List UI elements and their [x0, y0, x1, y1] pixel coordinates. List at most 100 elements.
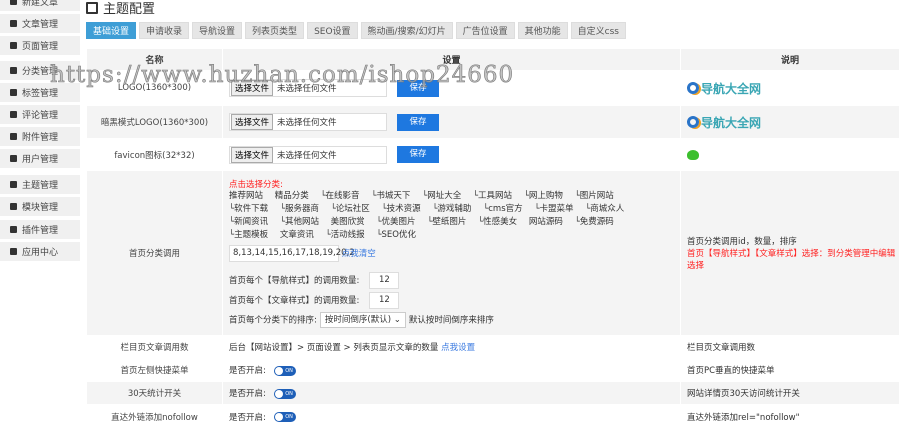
category-option[interactable]: 美图欣赏: [331, 217, 365, 227]
plugin-icon: [10, 226, 17, 233]
row-label: 暗黑模式LOGO(1360*300): [86, 105, 223, 139]
category-option[interactable]: └其他网站: [280, 217, 319, 227]
sidebar-item-tags[interactable]: 标签管理: [0, 83, 80, 102]
row-label: favicon图标(32*32): [86, 138, 223, 171]
dark-logo-preview: 导航大全网: [687, 114, 899, 131]
edit-icon: [10, 0, 17, 5]
favicon-file-input[interactable]: 选择文件 未选择任何文件: [229, 145, 387, 164]
document-icon: [10, 20, 17, 27]
save-button[interactable]: 保存: [397, 146, 439, 163]
header-desc: 说明: [680, 48, 900, 71]
sidebar-item-attachments[interactable]: 附件管理: [0, 127, 80, 146]
category-option[interactable]: └软件下载: [229, 204, 268, 214]
choose-file-button[interactable]: 选择文件: [231, 146, 274, 163]
tab-bar: 基础设置 申请收录 导航设置 列表页类型 SEO设置 熊动画/搜索/幻灯片 广告…: [86, 22, 626, 39]
folder-icon: [10, 67, 17, 74]
pick-category-label: 点击选择分类:: [229, 180, 283, 190]
set-link[interactable]: 点我设置: [441, 343, 475, 353]
category-option[interactable]: └网上购物: [524, 191, 563, 201]
choose-file-button[interactable]: 选择文件: [231, 114, 274, 130]
sidebar-item-users[interactable]: 用户管理: [0, 149, 80, 168]
category-option[interactable]: └cms官方: [483, 204, 523, 214]
save-button[interactable]: 保存: [397, 113, 439, 131]
tab-submission[interactable]: 申请收录: [139, 22, 190, 39]
table-row: LOGO(1360*300) 选择文件 未选择任何文件 保存 导航大全网: [86, 70, 900, 106]
tab-custom-css[interactable]: 自定义css: [570, 22, 626, 39]
category-option[interactable]: └技术资源: [381, 204, 420, 214]
dark-logo-file-input[interactable]: 选择文件 未选择任何文件: [229, 113, 387, 131]
stats-toggle[interactable]: ON: [273, 388, 296, 399]
favicon-preview: [687, 149, 699, 160]
row-label: LOGO(1360*300): [86, 70, 223, 106]
category-option[interactable]: └SEO优化: [376, 230, 416, 240]
category-option[interactable]: └性感美女: [478, 217, 517, 227]
app-center-icon: [10, 248, 17, 255]
category-option[interactable]: └主题模板: [229, 230, 268, 240]
theme-icon: [10, 181, 17, 188]
category-option[interactable]: └卡盟菜单: [534, 204, 573, 214]
header-name: 名称: [86, 48, 223, 71]
table-row: 首页左侧快捷菜单 是否开启: ON 首页PC垂直的快捷菜单: [86, 358, 900, 382]
category-option[interactable]: └游戏辅助: [432, 204, 471, 214]
tab-navigation[interactable]: 导航设置: [192, 22, 243, 39]
sidebar: 新建文章 文章管理 页面管理 分类管理 标签管理 评论管理 附件管理 用户管理 …: [0, 0, 80, 433]
article-count-input[interactable]: 12: [369, 292, 400, 309]
category-ids-input[interactable]: 8,13,14,15,16,17,18,19,20,2: [229, 245, 355, 262]
tab-list-type[interactable]: 列表页类型: [245, 22, 305, 39]
category-option[interactable]: 网站源码: [529, 217, 563, 227]
category-option[interactable]: 文章资讯: [280, 230, 314, 240]
sidebar-item-themes[interactable]: 主题管理: [0, 175, 80, 194]
category-option[interactable]: └新闻资讯: [229, 217, 268, 227]
sidebar-item-categories[interactable]: 分类管理: [0, 61, 80, 80]
sidebar-item-modules[interactable]: 模块管理: [0, 197, 80, 216]
tab-ads[interactable]: 广告位设置: [455, 22, 515, 39]
category-option[interactable]: 推荐网站: [229, 191, 263, 201]
sidebar-item-comments[interactable]: 评论管理: [0, 105, 80, 124]
category-option[interactable]: └网址大全: [422, 191, 461, 201]
nofollow-toggle[interactable]: ON: [273, 412, 296, 422]
category-list: 推荐网站 精品分类 └在线影音 └书城天下 └网址大全 └工具网站 └网上购物 …: [229, 190, 680, 242]
clear-link[interactable]: 点我清空: [342, 249, 376, 259]
sidebar-item-app-center[interactable]: 应用中心: [0, 242, 80, 261]
category-option[interactable]: └书城天下: [371, 191, 410, 201]
quickmenu-toggle[interactable]: ON: [273, 365, 296, 376]
sidebar-item-posts[interactable]: 文章管理: [0, 14, 80, 33]
tab-basic[interactable]: 基础设置: [86, 22, 137, 39]
logo-preview: 导航大全网: [687, 80, 899, 97]
attachment-icon: [10, 133, 17, 140]
category-option[interactable]: └服务器商: [280, 204, 319, 214]
category-option[interactable]: └论坛社区: [331, 204, 370, 214]
category-option[interactable]: └壁纸图片: [427, 217, 466, 227]
row-label: 首页分类调用: [86, 170, 223, 336]
category-option[interactable]: └优美图片: [376, 217, 415, 227]
logo-file-input[interactable]: 选择文件 未选择任何文件: [229, 79, 387, 97]
category-option[interactable]: └商城众人: [585, 204, 624, 214]
table-row: 暗黑模式LOGO(1360*300) 选择文件 未选择任何文件 保存 导航大全网: [86, 105, 900, 139]
table-row: 首页分类调用 点击选择分类: 推荐网站 精品分类 └在线影音 └书城天下 └网址…: [86, 170, 900, 336]
category-option[interactable]: └在线影音: [320, 191, 359, 201]
pages-icon: [10, 42, 17, 49]
table-row: 30天统计开关 是否开启: ON 网站详情页30天访问统计开关: [86, 381, 900, 405]
header-setting: 设置: [222, 48, 681, 71]
category-option[interactable]: └图片网站: [575, 191, 614, 201]
order-select[interactable]: 按时间倒序(默认) ⌄: [319, 312, 406, 328]
sidebar-item-pages[interactable]: 页面管理: [0, 36, 80, 55]
table-row: favicon图标(32*32) 选择文件 未选择任何文件 保存: [86, 138, 900, 171]
category-option[interactable]: └活动线报: [326, 230, 365, 240]
category-option[interactable]: 精品分类: [275, 191, 309, 201]
save-button[interactable]: 保存: [397, 79, 439, 97]
category-option[interactable]: └免费源码: [575, 217, 614, 227]
module-icon: [10, 203, 17, 210]
sidebar-item-new-post[interactable]: 新建文章: [0, 0, 80, 11]
sidebar-item-plugins[interactable]: 插件管理: [0, 220, 80, 239]
tab-seo[interactable]: SEO设置: [307, 22, 358, 39]
tab-other[interactable]: 其他功能: [517, 22, 568, 39]
category-option[interactable]: └工具网站: [473, 191, 512, 201]
table-row: 栏目页文章调用数 后台【网站设置】> 页面设置 > 列表页显示文章的数量 点我设…: [86, 335, 900, 359]
nav-count-input[interactable]: 12: [369, 272, 400, 289]
comment-icon: [10, 111, 17, 118]
tab-animation[interactable]: 熊动画/搜索/幻灯片: [360, 22, 453, 39]
settings-table: 名称 设置 说明 LOGO(1360*300) 选择文件 未选择任何文件 保存 导航大全…: [86, 48, 900, 429]
theme-icon: [86, 1, 98, 14]
choose-file-button[interactable]: 选择文件: [231, 80, 274, 96]
